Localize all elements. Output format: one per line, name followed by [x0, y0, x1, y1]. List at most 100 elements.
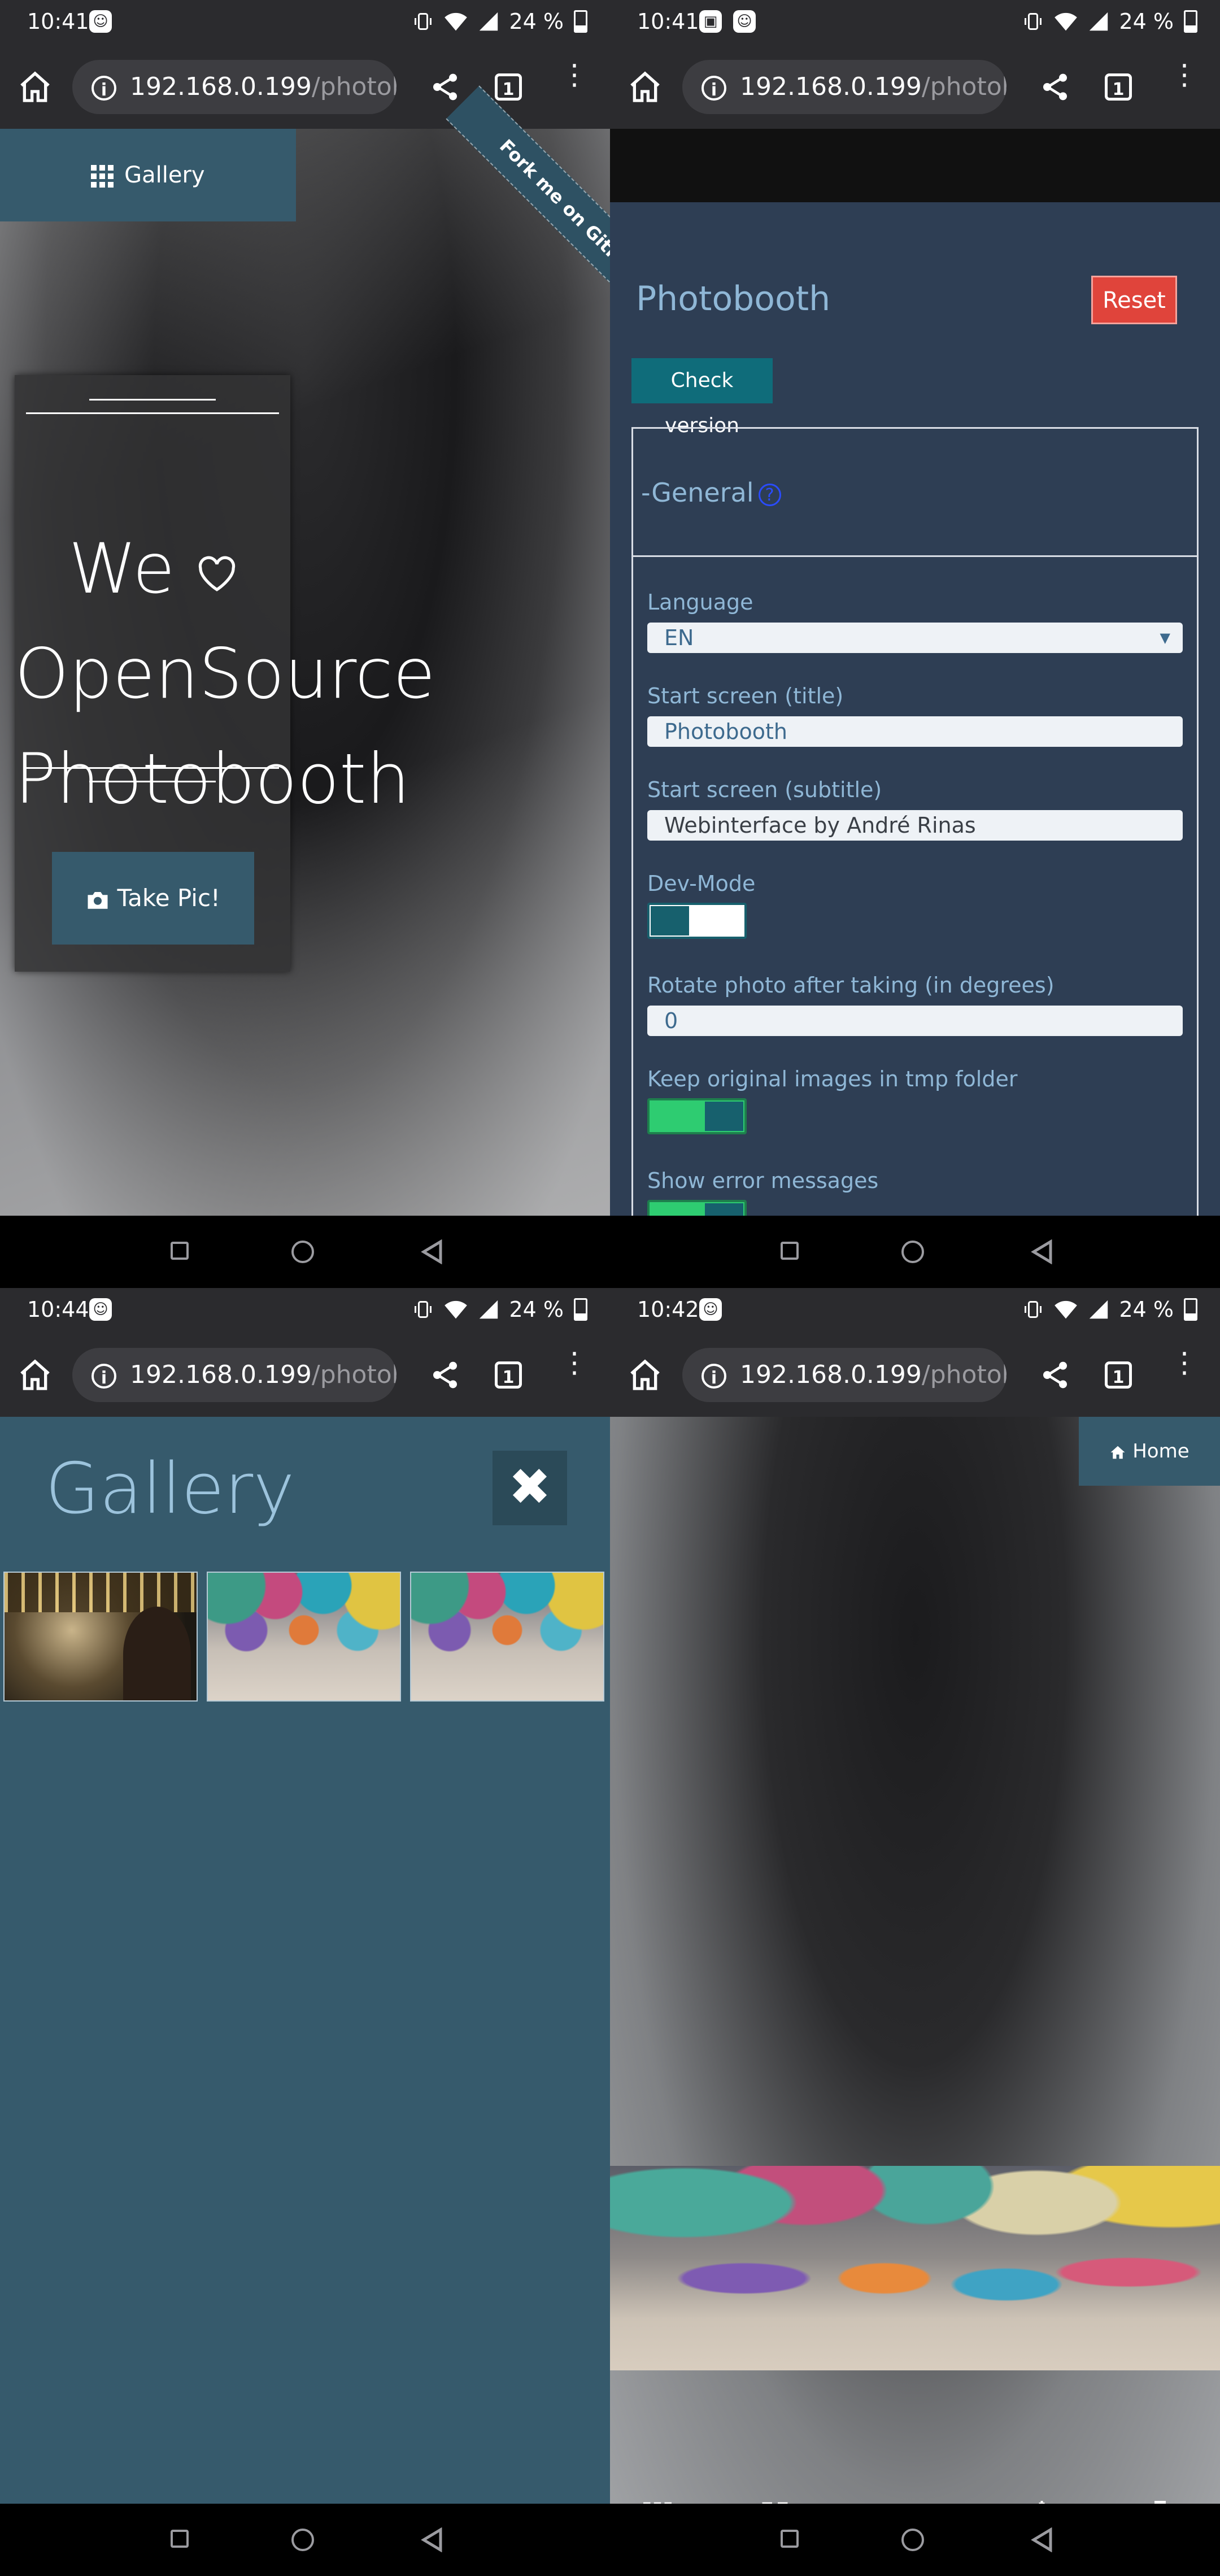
- start-title-input[interactable]: Photobooth: [647, 716, 1183, 747]
- status-time: 10:44: [27, 1297, 89, 1322]
- info-icon[interactable]: i: [91, 76, 116, 101]
- battery-percent: 24 %: [1119, 1297, 1174, 1322]
- camera-icon: [88, 891, 108, 909]
- dev-mode-toggle[interactable]: [647, 903, 747, 939]
- back-icon[interactable]: [1030, 2527, 1053, 2552]
- address-bar[interactable]: i 192.168.0.199/photob: [72, 60, 396, 114]
- screen-gallery: 10:44 ☺ 24 % i 192.168.0.199/photob 1 ⋮ G…: [0, 1288, 610, 2576]
- address-bar[interactable]: i 192.168.0.199/photob: [72, 1348, 396, 1402]
- status-bar: 10:44 ☺ 24 %: [0, 1288, 610, 1333]
- admin-header-strip: [610, 129, 1220, 202]
- status-right: 24 %: [1023, 1297, 1197, 1322]
- back-icon[interactable]: [1030, 1239, 1053, 1264]
- rotate-input[interactable]: 0: [647, 1006, 1183, 1036]
- screen-viewer: 10:42 ☺ 24 % i 192.168.0.199/photob 1 ⋮ H…: [610, 1288, 1220, 2576]
- language-select[interactable]: EN ▼: [647, 623, 1183, 653]
- home-icon[interactable]: [17, 69, 53, 105]
- screen-start: 10:41 ☺ 24 % i 192.168.0.199/photob 1 ⋮ G…: [0, 0, 610, 1288]
- info-icon[interactable]: i: [702, 76, 726, 101]
- show-errors-label: Show error messages: [647, 1168, 879, 1193]
- start-title-label: Start screen (title): [647, 684, 844, 708]
- android-nav-bar: [0, 2504, 610, 2576]
- battery-percent: 24 %: [509, 9, 564, 34]
- gallery-thumbnail[interactable]: [207, 1572, 401, 1702]
- page-title: Photobooth: [636, 279, 831, 319]
- recents-icon[interactable]: [171, 1242, 189, 1260]
- recents-icon[interactable]: [781, 2530, 799, 2548]
- divider: [26, 767, 279, 769]
- toggle-knob: [651, 906, 689, 935]
- android-nav-bar: [610, 1216, 1220, 1288]
- general-section-header[interactable]: -General?: [631, 427, 1199, 557]
- close-button[interactable]: ✖: [493, 1451, 567, 1525]
- info-icon[interactable]: i: [91, 1364, 116, 1389]
- share-icon[interactable]: [1039, 71, 1071, 103]
- tab-count-button[interactable]: 1: [1105, 73, 1132, 101]
- url-path: /photob: [311, 72, 396, 101]
- title-we: We: [68, 529, 175, 609]
- battery-icon: [574, 10, 587, 33]
- android-nav-bar: [0, 1216, 610, 1288]
- overflow-menu-icon[interactable]: ⋮: [1170, 1348, 1199, 1393]
- gallery-button-label: Gallery: [124, 162, 205, 188]
- status-time: 10:42: [637, 1297, 699, 1322]
- gallery-view: Gallery ✖: [0, 1417, 610, 2504]
- home-icon[interactable]: [17, 1357, 53, 1393]
- share-icon[interactable]: [429, 71, 461, 103]
- gallery-thumbnail[interactable]: [3, 1572, 198, 1702]
- keep-original-toggle[interactable]: [647, 1098, 747, 1134]
- url-host: 192.168.0.199: [130, 1360, 312, 1389]
- recents-icon[interactable]: [171, 2530, 189, 2548]
- url-host: 192.168.0.199: [740, 1360, 922, 1389]
- home-nav-icon[interactable]: [291, 1241, 314, 1263]
- vibrate-icon: [1025, 13, 1042, 30]
- divider: [89, 399, 216, 401]
- wifi-icon: [445, 12, 468, 31]
- tab-count-button[interactable]: 1: [495, 73, 522, 101]
- home-nav-icon[interactable]: [901, 1241, 924, 1263]
- share-icon[interactable]: [429, 1359, 461, 1391]
- home-nav-icon[interactable]: [901, 2529, 924, 2551]
- start-subtitle-label: Start screen (subtitle): [647, 777, 882, 802]
- tab-count-button[interactable]: 1: [1105, 1361, 1132, 1389]
- android-nav-bar: [610, 2504, 1220, 2576]
- start-card: We OpenSource Photobooth Take Pic!: [15, 375, 435, 972]
- title-opensource: OpenSource: [15, 634, 435, 714]
- back-icon[interactable]: [420, 2527, 443, 2552]
- tab-count-button[interactable]: 1: [495, 1361, 522, 1389]
- url-host: 192.168.0.199: [130, 72, 312, 101]
- info-icon[interactable]: i: [702, 1364, 726, 1389]
- share-icon[interactable]: [1039, 1359, 1071, 1391]
- home-button[interactable]: Home: [1079, 1417, 1220, 1486]
- start-subtitle-input[interactable]: Webinterface by André Rinas: [647, 810, 1183, 841]
- language-label: Language: [647, 590, 753, 615]
- home-nav-icon[interactable]: [291, 2529, 314, 2551]
- notification-icon: ☺: [699, 1298, 722, 1321]
- recents-icon[interactable]: [781, 1242, 799, 1260]
- home-icon[interactable]: [627, 69, 663, 105]
- signal-icon: [480, 1300, 498, 1319]
- overflow-menu-icon[interactable]: ⋮: [560, 1348, 589, 1393]
- signal-icon: [1090, 1300, 1108, 1319]
- check-version-button[interactable]: Check version: [631, 358, 773, 437]
- back-icon[interactable]: [420, 1239, 443, 1264]
- admin-panel: Photobooth Reset Check version -General?…: [610, 202, 1220, 1268]
- toggle-knob: [705, 1102, 743, 1131]
- address-bar[interactable]: i 192.168.0.199/photob: [682, 60, 1006, 114]
- take-pic-button[interactable]: Take Pic!: [52, 852, 254, 945]
- overflow-menu-icon[interactable]: ⋮: [560, 60, 589, 105]
- gallery-button[interactable]: Gallery: [0, 129, 296, 221]
- dev-mode-label: Dev-Mode: [647, 871, 756, 896]
- gallery-title: Gallery: [45, 1448, 295, 1530]
- take-pic-label: Take Pic!: [117, 884, 220, 912]
- battery-percent: 24 %: [509, 1297, 564, 1322]
- status-right: 24 %: [413, 1297, 587, 1322]
- help-icon[interactable]: ?: [758, 483, 781, 506]
- reset-button[interactable]: Reset: [1091, 276, 1177, 324]
- address-bar[interactable]: i 192.168.0.199/photob: [682, 1348, 1006, 1402]
- gallery-thumbnail[interactable]: [410, 1572, 604, 1702]
- home-button-label: Home: [1132, 1440, 1190, 1463]
- home-icon[interactable]: [627, 1357, 663, 1393]
- overflow-menu-icon[interactable]: ⋮: [1170, 60, 1199, 105]
- divider: [89, 781, 216, 782]
